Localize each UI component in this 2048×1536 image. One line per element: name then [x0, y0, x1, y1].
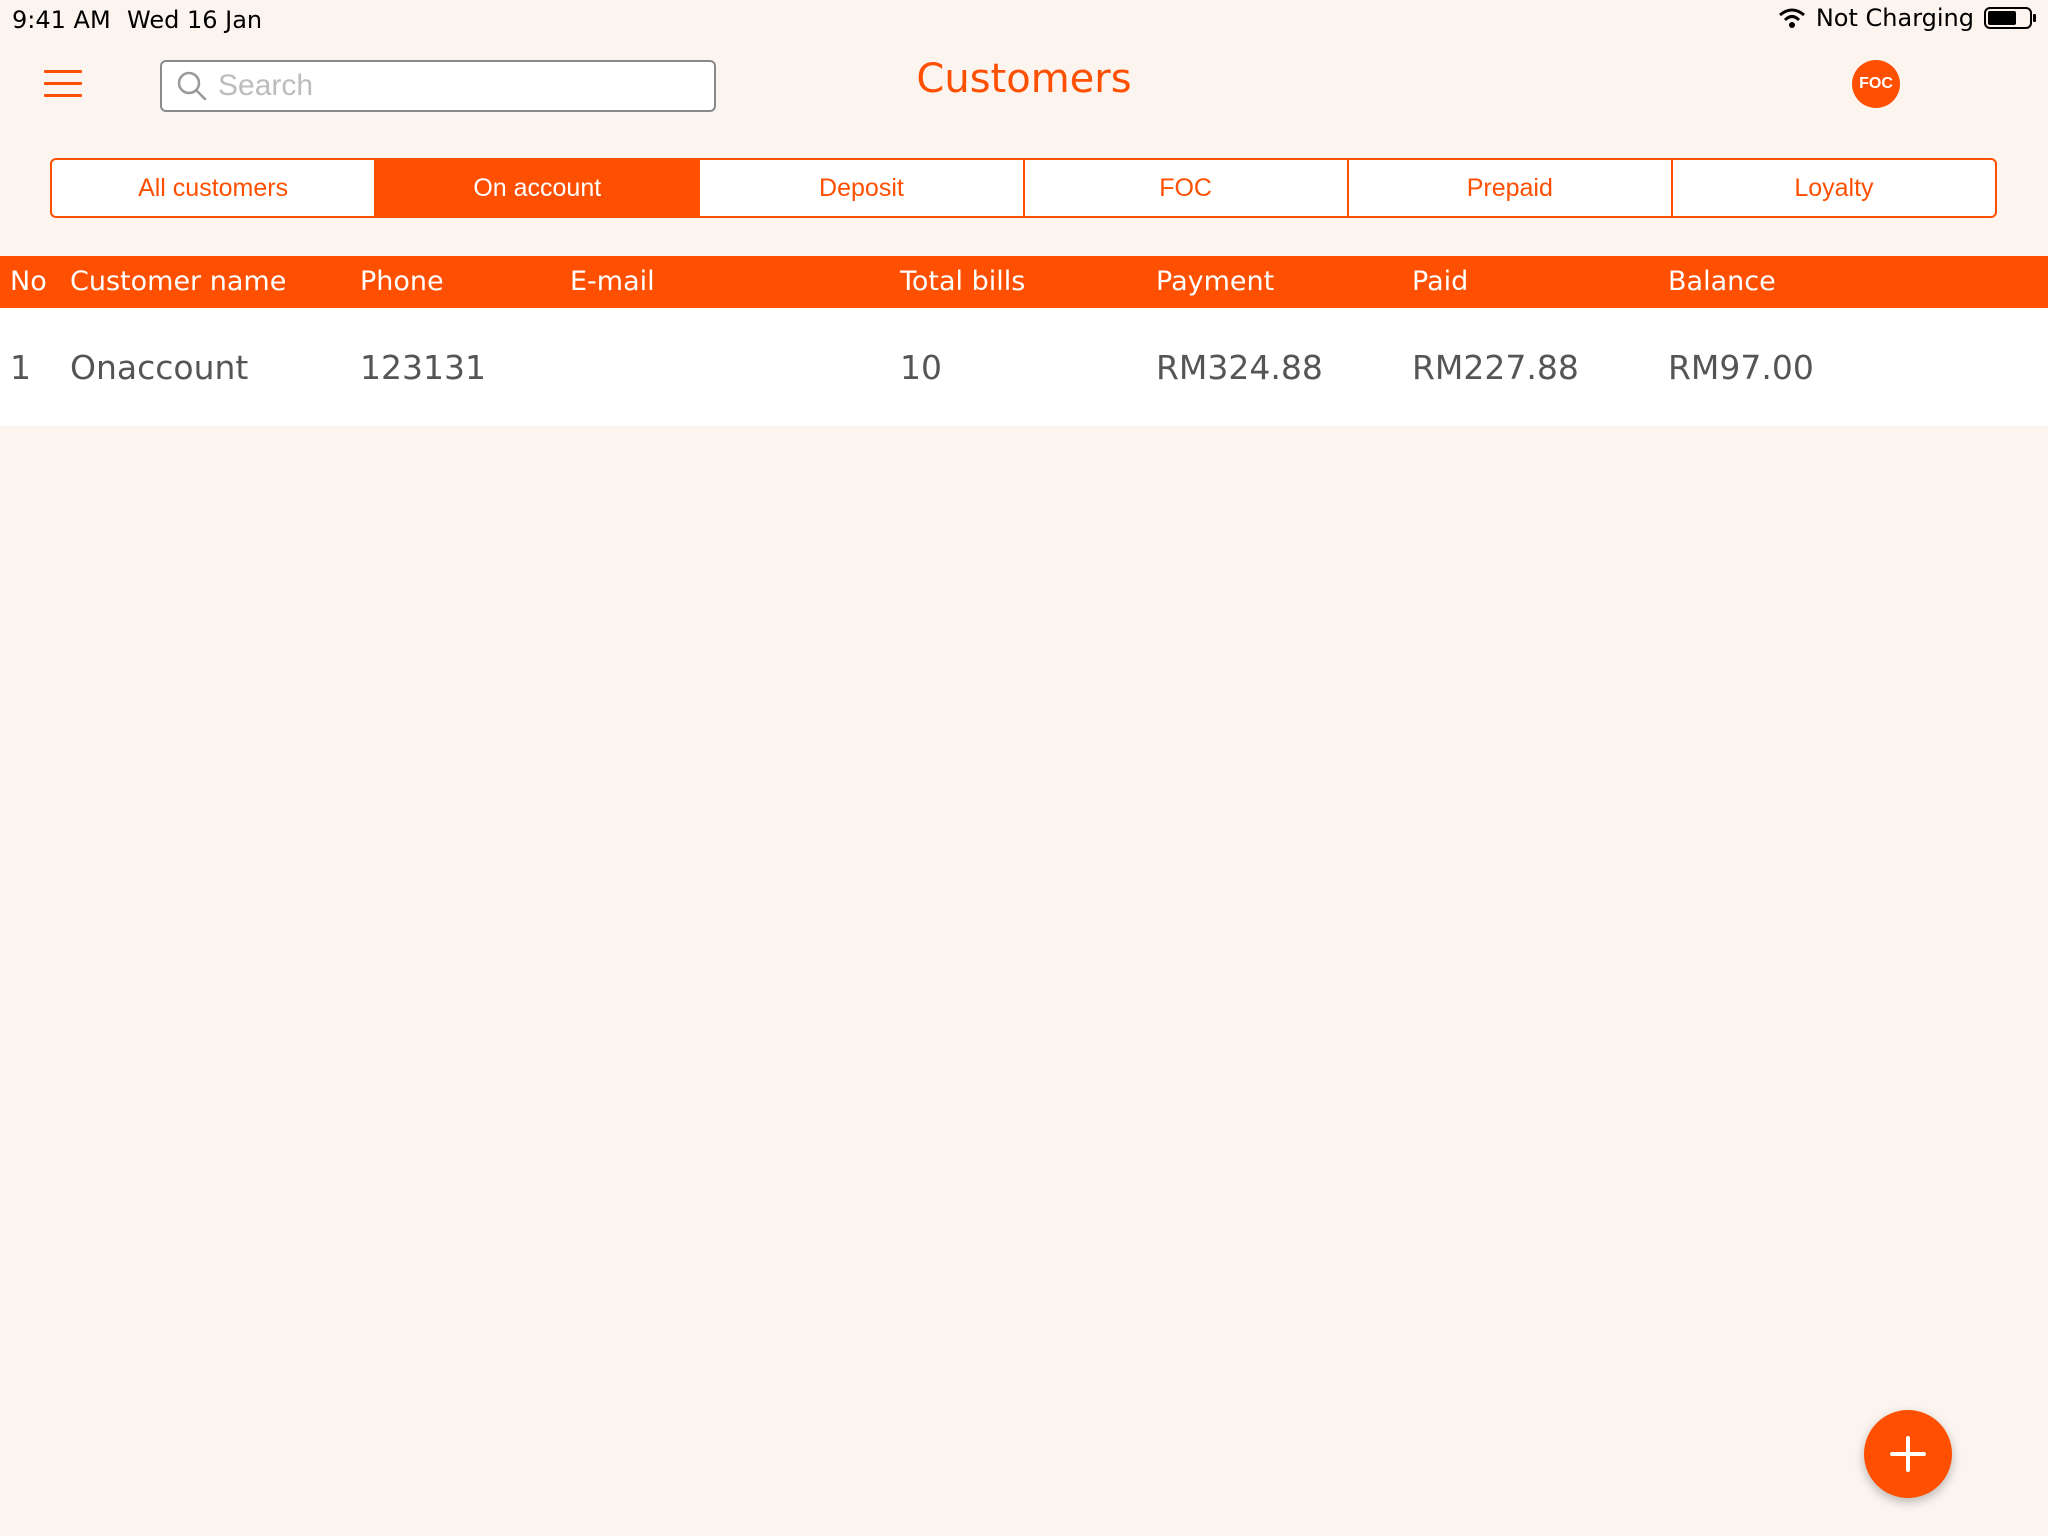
battery-status-text: Not Charging: [1815, 4, 1974, 32]
status-right: Not Charging: [1778, 4, 2038, 32]
tab-prepaid[interactable]: Prepaid: [1349, 160, 1673, 216]
table-header: No Customer name Phone E-mail Total bill…: [0, 256, 2048, 308]
wifi-icon: [1778, 8, 1805, 28]
tab-all-customers[interactable]: All customers: [52, 160, 377, 216]
column-header-paid[interactable]: Paid: [1412, 266, 1468, 297]
customers-screen: 9:41 AM Wed 16 Jan Not Charging Search C…: [0, 0, 2048, 1536]
tab-foc[interactable]: FOC: [1025, 160, 1349, 216]
status-time: 9:41 AM: [12, 6, 111, 34]
column-header-phone[interactable]: Phone: [360, 266, 444, 297]
plus-icon: [1890, 1436, 1926, 1472]
cell-customer-name: Onaccount: [70, 348, 249, 387]
column-header-payment[interactable]: Payment: [1156, 266, 1274, 297]
add-customer-button[interactable]: [1864, 1410, 1952, 1498]
customer-filter-tabs: All customers On account Deposit FOC Pre…: [50, 158, 1997, 218]
column-header-balance[interactable]: Balance: [1668, 266, 1776, 297]
column-header-email[interactable]: E-mail: [570, 266, 655, 297]
column-header-total-bills[interactable]: Total bills: [900, 266, 1025, 297]
status-date: Wed 16 Jan: [127, 6, 263, 34]
tab-on-account[interactable]: On account: [376, 160, 701, 216]
cell-balance: RM97.00: [1668, 348, 1814, 387]
battery-icon: [1984, 7, 2036, 29]
cell-paid: RM227.88: [1412, 348, 1579, 387]
column-header-no[interactable]: No: [10, 266, 47, 297]
cell-payment: RM324.88: [1156, 348, 1323, 387]
cell-phone: 123131: [360, 348, 486, 387]
tab-deposit[interactable]: Deposit: [700, 160, 1025, 216]
cell-total-bills: 10: [900, 348, 942, 387]
cell-no: 1: [10, 348, 31, 387]
status-bar: 9:41 AM Wed 16 Jan Not Charging: [0, 0, 2048, 40]
table-row[interactable]: 1 Onaccount 123131 10 RM324.88 RM227.88 …: [0, 308, 2048, 426]
tab-loyalty[interactable]: Loyalty: [1673, 160, 1995, 216]
foc-badge[interactable]: FOC: [1852, 60, 1900, 108]
page-title: Customers: [916, 56, 1132, 102]
column-header-customer-name[interactable]: Customer name: [70, 266, 286, 297]
